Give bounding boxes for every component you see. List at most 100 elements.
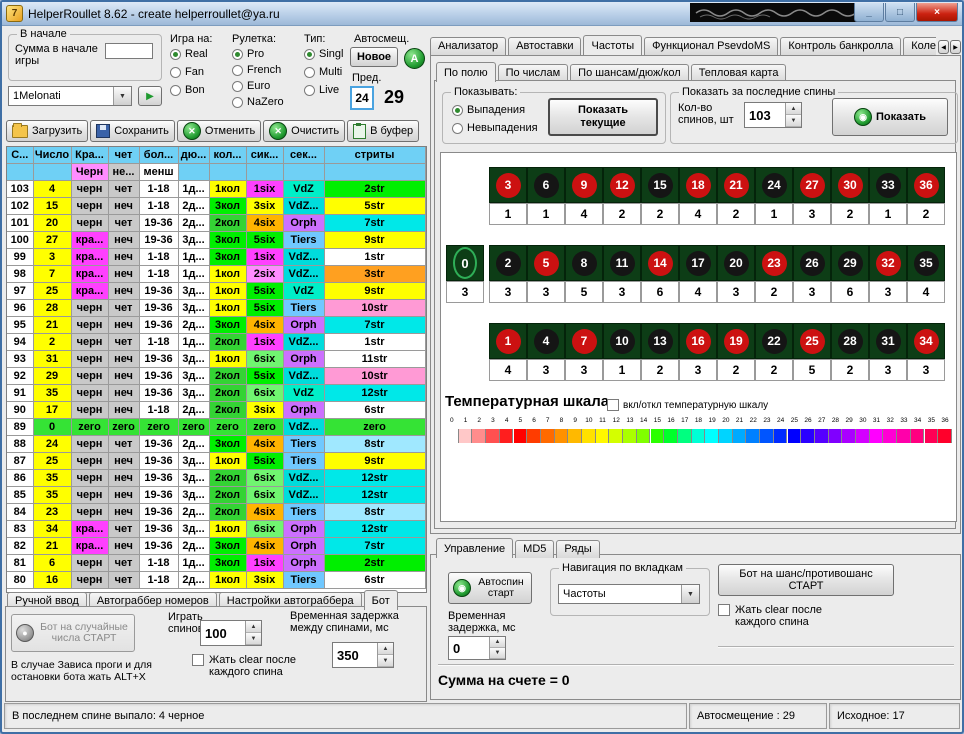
field-number-28[interactable]: 28 <box>831 323 869 359</box>
table-row[interactable]: 8535черннеч19-363д...2кол6sixVdZ...12str <box>7 487 425 504</box>
stepper-arrows-icon[interactable]: ▲▼ <box>377 643 393 667</box>
spin-count-stepper[interactable]: 103 ▲▼ <box>744 102 802 128</box>
field-number-24[interactable]: 24 <box>755 167 793 203</box>
control-clear-checkbox[interactable]: Жать clear после каждого спина <box>718 604 835 628</box>
field-number-36[interactable]: 36 <box>907 167 945 203</box>
table-row[interactable]: 993кра...неч1-181д...3кол1sixVdZ...1str <box>7 249 425 266</box>
field-number-31[interactable]: 31 <box>869 323 907 359</box>
autoshift-new-button[interactable]: Новое <box>350 47 398 67</box>
load-button[interactable]: Загрузить <box>6 120 88 142</box>
history-table[interactable]: С...ЧислоКра...четбол...дю...кол...сик..… <box>6 146 427 593</box>
tab-scroll-right-icon[interactable]: ▶ <box>950 40 961 54</box>
temp-scale-checkbox[interactable]: вкл/откл температурную шкалу <box>607 399 768 411</box>
table-row[interactable]: 942чернчет1-181д...2кол1sixVdZ...1str <box>7 334 425 351</box>
field-number-22[interactable]: 22 <box>755 323 793 359</box>
field-number-25[interactable]: 25 <box>793 323 831 359</box>
roulette-option-2[interactable]: French <box>232 64 281 76</box>
control-tab-1[interactable]: Управление <box>436 538 513 558</box>
stepper-arrows-icon[interactable]: ▲▼ <box>245 621 261 645</box>
roulette-option-1[interactable]: Pro <box>232 48 264 60</box>
table-row[interactable]: 1034чернчет1-181д...1кол1sixVdZ2str <box>7 181 425 198</box>
tab-scroll-left-icon[interactable]: ◀ <box>938 40 949 54</box>
field-number-6[interactable]: 6 <box>527 167 565 203</box>
table-row[interactable]: 10027кра...неч19-363д...3кол5sixTiers9st… <box>7 232 425 249</box>
field-number-13[interactable]: 13 <box>641 323 679 359</box>
field-number-12[interactable]: 12 <box>603 167 641 203</box>
undo-button[interactable]: ✕Отменить <box>177 120 261 142</box>
main-tab-2[interactable]: Автоставки <box>508 37 581 55</box>
chevron-down-icon[interactable]: ▼ <box>113 87 131 105</box>
random-bot-button[interactable]: ● Бот на случайные числа СТАРТ <box>11 614 135 652</box>
field-number-20[interactable]: 20 <box>717 245 755 281</box>
game-on-option-3[interactable]: Bon <box>170 84 205 96</box>
table-row[interactable]: 9521черннеч19-362д...3кол4sixOrph7str <box>7 317 425 334</box>
maximize-button[interactable]: □ <box>885 3 915 22</box>
field-number-10[interactable]: 10 <box>603 323 641 359</box>
field-number-9[interactable]: 9 <box>565 167 603 203</box>
save-button[interactable]: Сохранить <box>90 120 175 142</box>
field-number-0[interactable]: 0 <box>446 245 484 281</box>
field-number-17[interactable]: 17 <box>679 245 717 281</box>
bot-clear-checkbox[interactable]: Жать clear после каждого спина <box>192 654 301 678</box>
field-number-15[interactable]: 15 <box>641 167 679 203</box>
field-number-26[interactable]: 26 <box>793 245 831 281</box>
field-number-33[interactable]: 33 <box>869 167 907 203</box>
field-number-16[interactable]: 16 <box>679 323 717 359</box>
table-row[interactable]: 9628чернчет19-363д...1кол5sixTiers10str <box>7 300 425 317</box>
spins-count-stepper[interactable]: 100 ▲▼ <box>200 620 262 646</box>
table-row[interactable]: 9725кра...неч19-363д...1кол5sixVdZ9str <box>7 283 425 300</box>
main-tab-3[interactable]: Частоты <box>583 35 642 55</box>
stepper-arrows-icon[interactable]: ▲▼ <box>785 103 801 127</box>
field-number-3[interactable]: 3 <box>489 167 527 203</box>
bot-tab-4[interactable]: Бот <box>364 590 398 610</box>
play-button[interactable]: ▶ <box>138 86 162 106</box>
field-number-23[interactable]: 23 <box>755 245 793 281</box>
table-row[interactable]: 8635черннеч19-363д...2кол6sixVdZ...12str <box>7 470 425 487</box>
show-current-button[interactable]: Показать текущие <box>548 98 658 136</box>
freq-subtab-1[interactable]: По полю <box>436 62 496 82</box>
titlebar[interactable]: 7 HelperRoullet 8.62 - create helperroul… <box>2 2 962 26</box>
game-on-option-2[interactable]: Fan <box>170 66 204 78</box>
control-tab-3[interactable]: Ряды <box>556 540 599 558</box>
game-on-option-1[interactable]: Real <box>170 48 208 60</box>
main-tab-5[interactable]: Контроль банкролла <box>780 37 901 55</box>
bot-delay-stepper[interactable]: 350 ▲▼ <box>332 642 394 668</box>
buffer-button[interactable]: В буфер <box>347 120 419 142</box>
control-delay-stepper[interactable]: 0 ▲▼ <box>448 636 506 660</box>
table-row[interactable]: 9135черннеч19-363д...2кол6sixVdZ12str <box>7 385 425 402</box>
table-row[interactable]: 987кра...неч1-181д...1кол2sixVdZ...3str <box>7 266 425 283</box>
table-row[interactable]: 890zerozerozerozerozerozeroVdZ...zero <box>7 419 425 436</box>
stepper-arrows-icon[interactable]: ▲▼ <box>489 637 505 659</box>
show-button[interactable]: ◉ Показать <box>832 98 948 136</box>
field-number-1[interactable]: 1 <box>489 323 527 359</box>
nav-combobox[interactable]: Частоты ▼ <box>558 584 700 604</box>
table-row[interactable]: 8334кра...чет19-363д...1кол6sixOrph12str <box>7 521 425 538</box>
table-row[interactable]: 816чернчет1-181д...3кол1sixOrph2str <box>7 555 425 572</box>
autospin-button[interactable]: ◉ Автоспин старт <box>448 572 532 604</box>
table-row[interactable]: 9017черннеч1-182д...2кол3sixOrph6str <box>7 402 425 419</box>
field-number-19[interactable]: 19 <box>717 323 755 359</box>
table-row[interactable]: 8221кра...неч19-362д...3кол4sixOrph7str <box>7 538 425 555</box>
field-number-5[interactable]: 5 <box>527 245 565 281</box>
show-option-2[interactable]: Невыпадения <box>452 122 538 134</box>
table-row[interactable]: 8824чернчет19-362д...3кол4sixTiers8str <box>7 436 425 453</box>
field-number-18[interactable]: 18 <box>679 167 717 203</box>
roulette-option-3[interactable]: Euro <box>232 80 270 92</box>
table-row[interactable]: 9229черннеч19-363д...2кол5sixVdZ...10str <box>7 368 425 385</box>
clear-button[interactable]: ✕Очистить <box>263 120 345 142</box>
field-number-27[interactable]: 27 <box>793 167 831 203</box>
field-number-14[interactable]: 14 <box>641 245 679 281</box>
field-number-21[interactable]: 21 <box>717 167 755 203</box>
minimize-button[interactable]: _ <box>854 3 884 22</box>
field-number-4[interactable]: 4 <box>527 323 565 359</box>
field-number-29[interactable]: 29 <box>831 245 869 281</box>
field-number-30[interactable]: 30 <box>831 167 869 203</box>
field-number-34[interactable]: 34 <box>907 323 945 359</box>
field-number-35[interactable]: 35 <box>907 245 945 281</box>
chance-bot-button[interactable]: Бот на шанс/противошанс СТАРТ <box>718 564 894 596</box>
field-number-7[interactable]: 7 <box>565 323 603 359</box>
field-number-32[interactable]: 32 <box>869 245 907 281</box>
type-option-1[interactable]: Singl <box>304 48 343 60</box>
table-row[interactable]: 10215черннеч1-182д...3кол3sixVdZ...5str <box>7 198 425 215</box>
field-number-11[interactable]: 11 <box>603 245 641 281</box>
